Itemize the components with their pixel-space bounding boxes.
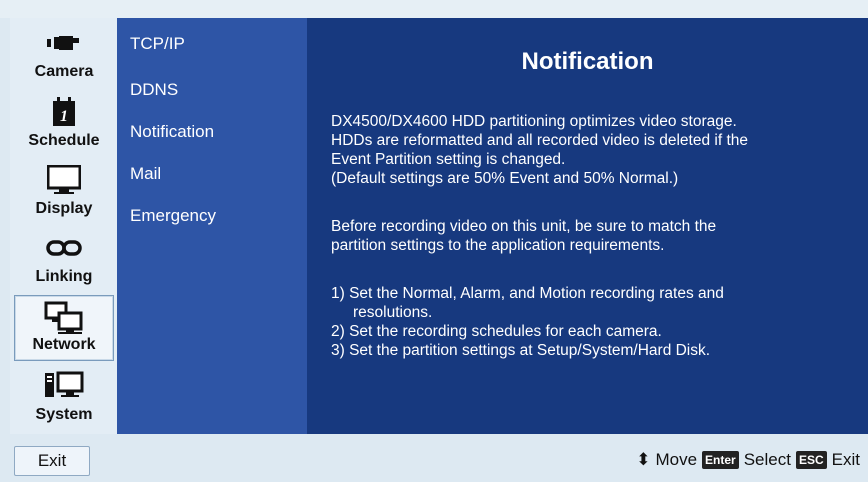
menu-item-emergency[interactable]: Emergency (130, 206, 216, 226)
description-line: HDDs are reformatted and all recorded vi… (331, 132, 748, 149)
exit-button[interactable]: Exit (14, 446, 90, 476)
svg-text:1: 1 (60, 108, 68, 125)
computer-icon (14, 370, 114, 402)
enter-key-badge: Enter (702, 451, 739, 469)
move-arrows-icon: ⬍ (636, 450, 651, 469)
top-strip (0, 0, 868, 18)
category-label: System (35, 406, 93, 423)
submenu-panel: TCP/IP DDNS Notification Mail Emergency (117, 18, 307, 434)
category-camera[interactable]: Camera (14, 21, 114, 87)
page-title: Notification (521, 48, 654, 75)
menu-item-mail[interactable]: Mail (130, 164, 161, 184)
exit-hint: Exit (831, 450, 860, 469)
menu-item-tcpip[interactable]: TCP/IP (130, 34, 185, 54)
calendar-icon: 1 (14, 96, 114, 128)
category-label: Camera (34, 63, 94, 80)
key-hints: ⬍ Move Enter Select ESC Exit (636, 450, 860, 470)
category-label: Network (32, 336, 96, 353)
description-line: Before recording video on this unit, be … (331, 218, 717, 235)
instruction-step: 1) Set the Normal, Alarm, and Motion rec… (331, 285, 724, 302)
category-schedule[interactable]: 1 Schedule (14, 90, 114, 156)
esc-key-badge: ESC (795, 451, 827, 469)
description-line: Event Partition setting is changed. (331, 151, 566, 168)
menu-item-ddns[interactable]: DDNS (130, 80, 178, 100)
move-hint: Move (655, 450, 698, 469)
menu-item-notification[interactable]: Notification (130, 122, 214, 142)
bottom-bar: Exit ⬍ Move Enter Select ESC Exit (0, 434, 868, 482)
select-hint: Select (743, 450, 791, 469)
category-label: Display (35, 200, 93, 217)
category-linking[interactable]: Linking (14, 226, 114, 292)
network-icon (15, 301, 113, 334)
instruction-step: 3) Set the partition settings at Setup/S… (331, 342, 711, 359)
camera-icon (14, 27, 114, 59)
category-network[interactable]: Network (14, 295, 114, 361)
content-panel: Notification DX4500/DX4600 HDD partition… (307, 18, 868, 434)
category-label: Schedule (28, 132, 100, 149)
description-line: (Default settings are 50% Event and 50% … (331, 170, 679, 187)
description-line: partition settings to the application re… (331, 237, 665, 254)
category-display[interactable]: Display (14, 158, 114, 224)
category-label: Linking (35, 268, 93, 285)
category-system[interactable]: System (14, 364, 114, 430)
monitor-icon (14, 164, 114, 196)
chain-link-icon (14, 232, 114, 264)
instruction-step: resolutions. (353, 304, 433, 321)
instruction-step: 2) Set the recording schedules for each … (331, 323, 662, 340)
description-line: DX4500/DX4600 HDD partitioning optimizes… (331, 113, 737, 130)
